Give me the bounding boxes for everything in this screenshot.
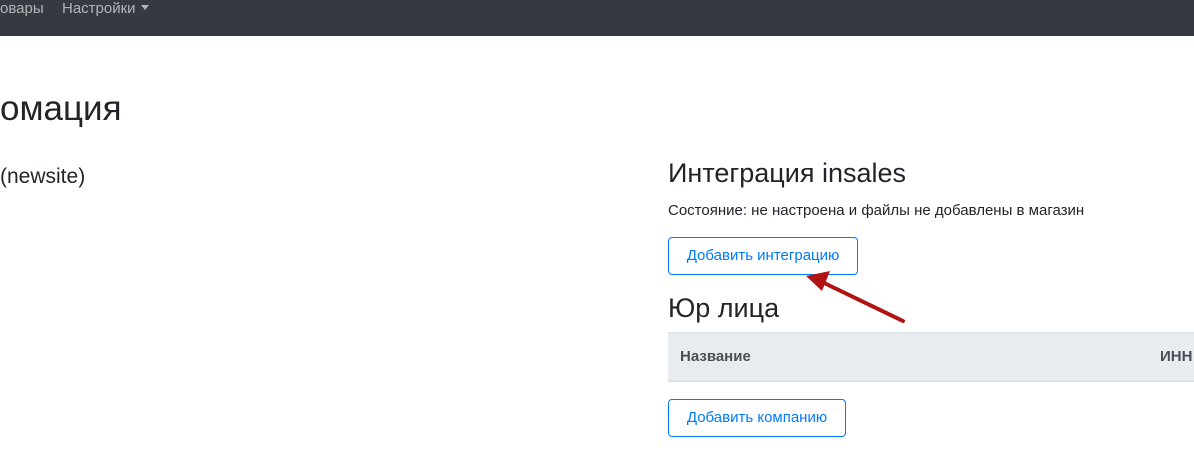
nav-dropdown-settings[interactable]: Настройки <box>62 0 149 17</box>
page-title: омация <box>0 89 122 128</box>
column-header-name: Название <box>680 348 751 365</box>
red-arrow-annotation <box>806 271 905 323</box>
nav-settings-label: Настройки <box>62 0 136 17</box>
nav-link-products[interactable]: овары <box>0 0 44 17</box>
caret-down-icon <box>140 5 149 10</box>
integration-status: Состояние: не настроена и файлы не добав… <box>668 202 1085 219</box>
column-header-inn: ИНН <box>1160 348 1193 365</box>
legal-entities-table-header: Название ИНН <box>668 332 1194 382</box>
top-navbar: овары Настройки <box>0 0 1194 36</box>
integration-title: Интеграция insales <box>668 158 906 188</box>
add-company-button[interactable]: Добавить компанию <box>668 399 846 437</box>
legal-entities-title: Юр лица <box>668 293 780 323</box>
store-name: (newsite) <box>0 165 86 188</box>
